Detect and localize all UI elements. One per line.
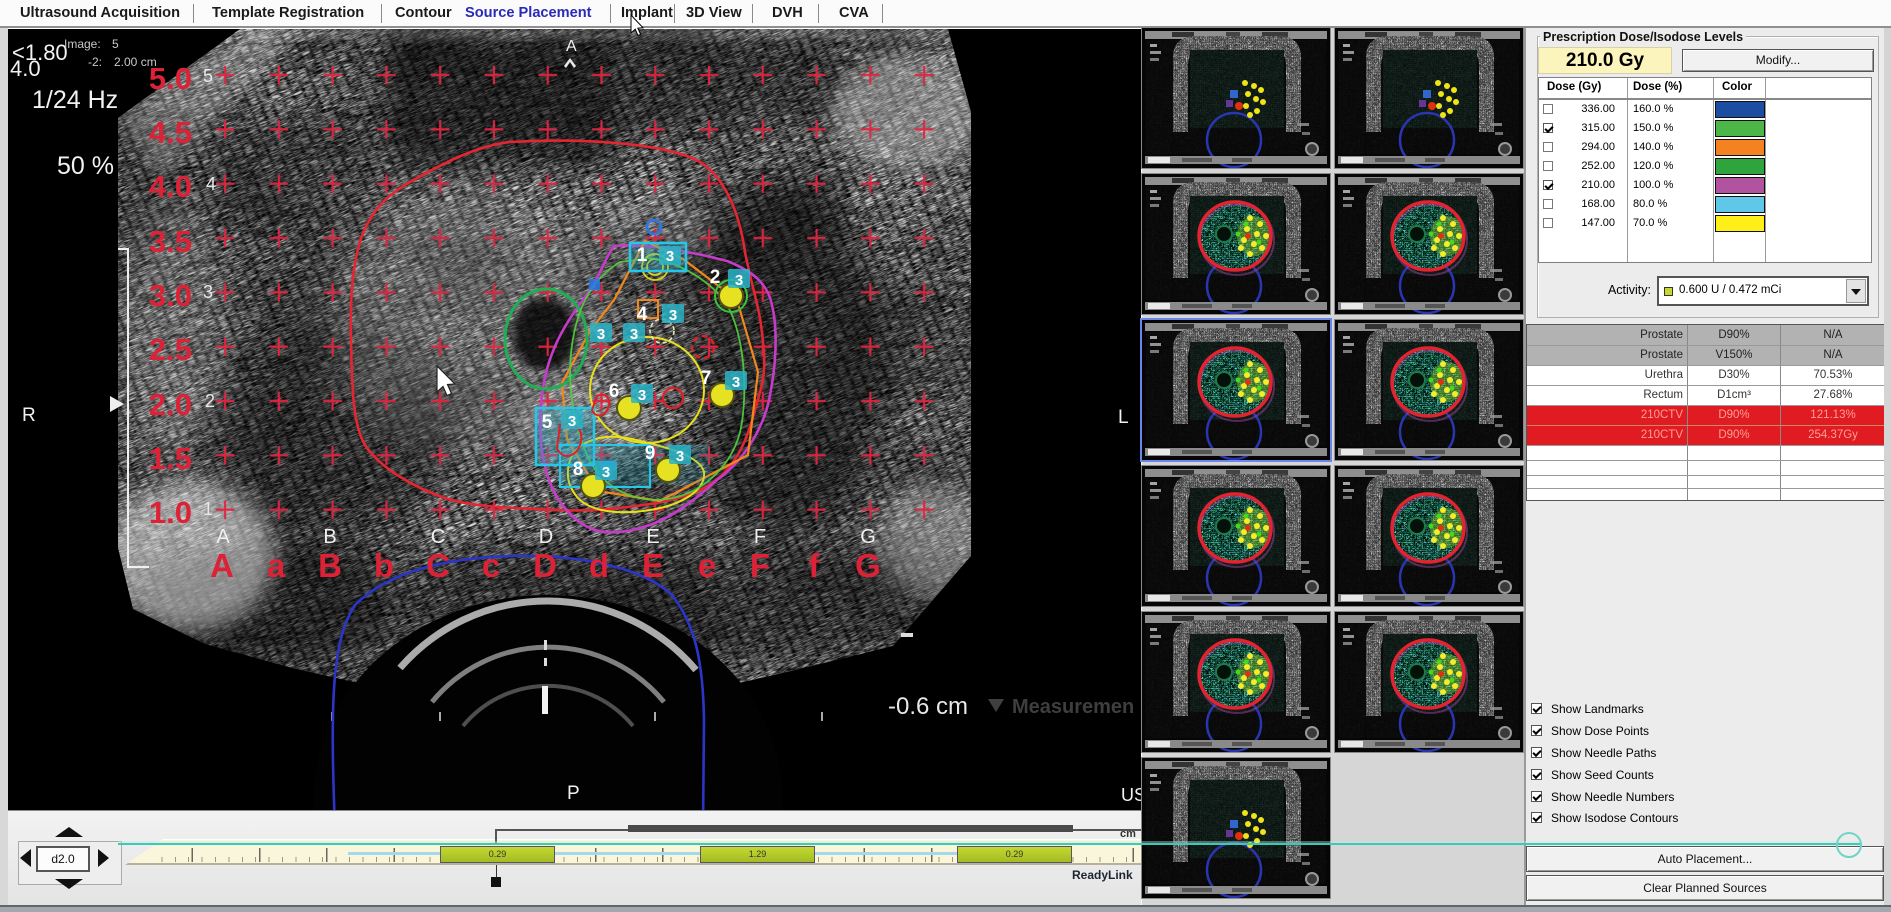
svg-text:R: R [22,405,36,426]
svg-text:D: D [533,547,557,584]
svg-text:-2:: -2: [88,55,102,69]
svg-text:E: E [642,547,664,584]
svg-text:3: 3 [676,448,684,465]
svg-text:3: 3 [630,326,638,343]
svg-text:5: 5 [203,66,213,86]
svg-text:8: 8 [573,459,584,480]
svg-text:G: G [860,526,876,548]
svg-text:e: e [698,547,716,584]
svg-text:f: f [809,547,821,584]
svg-text:3: 3 [666,248,674,265]
svg-text:d: d [589,547,609,584]
svg-text:a: a [267,547,286,584]
svg-text:6: 6 [609,381,620,402]
svg-text:US: US [1121,785,1141,805]
svg-text:Image:: Image: [64,37,101,51]
svg-text:2: 2 [205,391,215,411]
svg-text:D: D [539,526,553,548]
svg-text:3: 3 [669,307,677,324]
svg-text:50 %: 50 % [57,152,114,180]
svg-text:A: A [216,526,230,548]
svg-text:C: C [426,547,450,584]
svg-text:1/24 Hz: 1/24 Hz [32,86,118,114]
svg-text:P: P [567,783,580,804]
svg-text:G: G [855,547,881,584]
svg-text:1.5: 1.5 [149,441,192,476]
svg-text:3: 3 [597,326,605,343]
svg-text:1: 1 [203,499,213,519]
svg-text:3: 3 [203,282,213,302]
svg-text:3: 3 [638,387,646,404]
svg-text:A: A [566,38,577,55]
svg-text:7: 7 [701,368,712,389]
svg-text:3: 3 [735,272,743,289]
svg-text:3: 3 [602,464,610,481]
svg-text:c: c [482,547,500,584]
svg-text:2.5: 2.5 [149,332,192,367]
svg-text:A: A [210,547,234,584]
svg-text:Measuremen: Measuremen [1012,696,1134,718]
svg-text:2: 2 [710,267,721,288]
svg-text:B: B [318,547,342,584]
svg-text:F: F [750,547,770,584]
svg-text:F: F [754,526,766,548]
svg-text:L: L [1118,407,1129,428]
svg-text:4: 4 [206,174,216,194]
svg-text:B: B [323,526,336,548]
svg-text:-0.6 cm: -0.6 cm [888,693,968,720]
svg-text:E: E [646,526,659,548]
svg-text:5: 5 [542,412,553,433]
svg-text:4.0: 4.0 [149,169,192,204]
svg-text:1: 1 [637,245,648,266]
svg-text:3.0: 3.0 [149,278,192,313]
svg-text:4: 4 [637,304,648,325]
svg-text:9: 9 [645,443,656,464]
svg-text:2.00 cm: 2.00 cm [114,55,157,69]
svg-text:1.0: 1.0 [149,495,192,530]
svg-text:3: 3 [732,374,740,391]
svg-text:5: 5 [112,37,119,51]
svg-text:C: C [431,526,445,548]
svg-text:3.5: 3.5 [149,224,192,259]
svg-text:2.0: 2.0 [149,387,192,422]
svg-text:4.5: 4.5 [149,115,192,150]
svg-text:b: b [374,547,394,584]
svg-text:4.0: 4.0 [10,56,41,81]
svg-text:3: 3 [568,413,576,430]
